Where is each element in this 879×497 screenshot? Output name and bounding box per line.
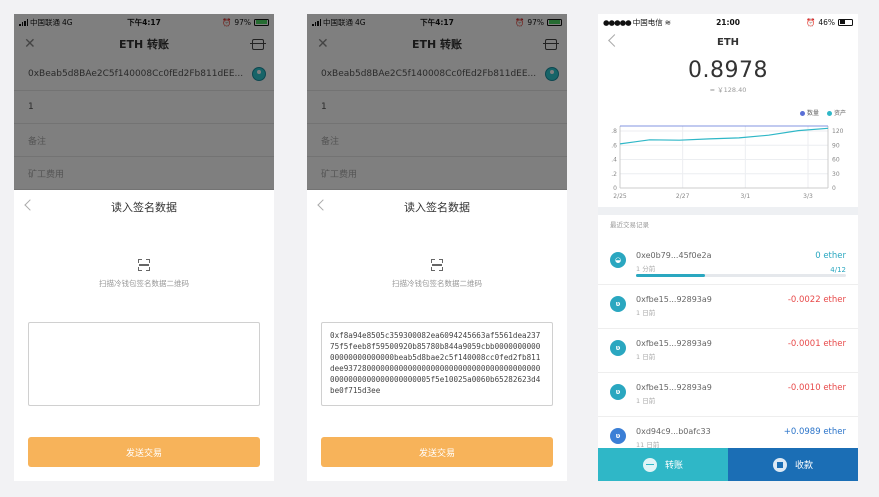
link-icon: ʋ [610, 340, 626, 356]
x-tick: 3/1 [741, 193, 751, 200]
transfer-icon [642, 457, 657, 472]
balance-fiat: ≈ ￥128.40 [709, 86, 747, 94]
sheet-header: 读入签名数据 [14, 190, 274, 224]
status-bar: ●●●●● 中国电信 ≋ 21:00 ⏰ 46% [598, 14, 858, 30]
transaction-time: 1 日前 [636, 309, 656, 317]
signal-dots-icon: ●●●●● [603, 17, 632, 27]
transaction-row[interactable]: ʋ 0xfbe15...92893a9 1 日前 -0.0010 ether [598, 373, 858, 417]
confirmation-progress [636, 274, 846, 277]
transaction-row[interactable]: ʋ 0xfbe15...92893a9 1 日前 -0.0022 ether [598, 285, 858, 329]
x-tick: 2/25 [613, 193, 627, 200]
scan-qr-icon[interactable] [431, 259, 443, 271]
scan-qr-icon[interactable] [138, 259, 150, 271]
section-divider [598, 207, 858, 215]
y-tick-left: .8 [611, 128, 617, 135]
x-tick: 2/27 [676, 193, 690, 200]
receive-label: 收款 [794, 461, 813, 471]
transaction-address: 0xfbe15...92893a9 [636, 339, 712, 348]
clock: 21:00 [716, 17, 740, 27]
nav-bar: ETH [598, 30, 858, 54]
transaction-amount: -0.0010 ether [787, 383, 846, 393]
back-icon[interactable] [24, 199, 36, 211]
link-icon: ʋ [610, 296, 626, 312]
transfer-button[interactable]: 转账 [598, 448, 728, 481]
back-icon[interactable] [608, 34, 621, 47]
x-tick: 3/3 [803, 193, 813, 200]
page-title: ETH [716, 36, 740, 48]
link-icon: ʋ [610, 384, 626, 400]
balance-chart: .8 120.6 90.4 60.2 300 02/25 2/27 3/1 3/3 [611, 125, 844, 200]
battery-icon [838, 18, 853, 26]
y-tick-right: 30 [832, 171, 840, 178]
modal-overlay[interactable] [14, 14, 274, 190]
wifi-icon: ≋ [664, 17, 672, 27]
scan-hint: 扫描冷钱包签名数据二维码 [392, 279, 482, 288]
y-tick-left: .4 [611, 157, 617, 164]
phone-screen-wallet: ●●●●● 中国电信 ≋ 21:00 ⏰ 46% ETH 0.8978 ≈ ￥1… [598, 14, 858, 481]
transaction-time: 1 分前 [636, 265, 656, 273]
legend-item-assets: 资产 [826, 108, 846, 117]
alarm-icon: ⏰ [805, 17, 816, 27]
bottom-action-bar: 转账 收款 [598, 448, 858, 481]
transaction-address: 0xd94c9...b0afc33 [636, 427, 711, 436]
y-tick-left: 0 [613, 185, 617, 192]
carrier: 中国电信 [632, 17, 663, 27]
transaction-amount: -0.0022 ether [787, 295, 846, 305]
legend-item-quantity: 数量 [799, 108, 819, 117]
transaction-amount: +0.0989 ether [783, 427, 846, 437]
balance-amount: 0.8978 [688, 58, 768, 83]
y-tick-left: .2 [611, 171, 617, 178]
read-signature-sheet: 读入签名数据 扫描冷钱包签名数据二维码 0xf8a94e8505c3593000… [307, 190, 567, 481]
sheet-title: 读入签名数据 [404, 201, 470, 214]
y-tick-right: 120 [832, 128, 844, 135]
y-tick-right: 60 [832, 157, 840, 164]
chart-legend: 数量 资产 [799, 108, 846, 117]
y-tick-left: .6 [611, 142, 617, 149]
scan-hint: 扫描冷钱包签名数据二维码 [99, 279, 189, 288]
signature-data-input[interactable]: 0xf8a94e8505c359300082ea6094245663af5561… [321, 322, 553, 406]
transaction-amount: -0.0001 ether [787, 339, 846, 349]
records-title: 最近交易记录 [610, 221, 649, 229]
receive-button[interactable]: 收款 [728, 448, 858, 481]
back-icon[interactable] [317, 199, 329, 211]
battery-percent: 46% [818, 17, 835, 27]
confirmation-count: 4/12 [830, 266, 846, 274]
wallet-icon: ◒ [610, 252, 626, 268]
transaction-address: 0xfbe15...92893a9 [636, 295, 712, 304]
transaction-row[interactable]: ◒ 0xe0b79...45f0e2a 1 分前 0 ether 4/12 [598, 241, 858, 285]
transfer-label: 转账 [664, 461, 683, 471]
phone-screen-filled: 中国联通 4G 下午4:17 ⏰ 97% ✕ ETH 转账 0xBeab5d8B… [307, 14, 567, 481]
transaction-address: 0xfbe15...92893a9 [636, 383, 712, 392]
transaction-time: 1 日前 [636, 397, 656, 405]
phone-screen-empty: 中国联通 4G 下午4:17 ⏰ 97% ✕ ETH 转账 0xBeab5d8B… [14, 14, 274, 481]
send-transaction-button[interactable]: 发送交易 [321, 437, 553, 467]
transaction-time: 1 日前 [636, 353, 656, 361]
transaction-address: 0xe0b79...45f0e2a [636, 251, 712, 260]
signature-data-input[interactable] [28, 322, 260, 406]
transaction-amount: 0 ether [815, 251, 846, 261]
link-icon: ʋ [610, 428, 626, 444]
sheet-title: 读入签名数据 [111, 201, 177, 214]
sheet-header: 读入签名数据 [307, 190, 567, 224]
transaction-row[interactable]: ʋ 0xfbe15...92893a9 1 日前 -0.0001 ether [598, 329, 858, 373]
read-signature-sheet: 读入签名数据 扫描冷钱包签名数据二维码 发送交易 [14, 190, 274, 481]
modal-overlay[interactable] [307, 14, 567, 190]
y-tick-right: 90 [832, 142, 840, 149]
receive-icon [772, 457, 787, 472]
send-transaction-button[interactable]: 发送交易 [28, 437, 260, 467]
y-tick-right: 0 [832, 185, 836, 192]
